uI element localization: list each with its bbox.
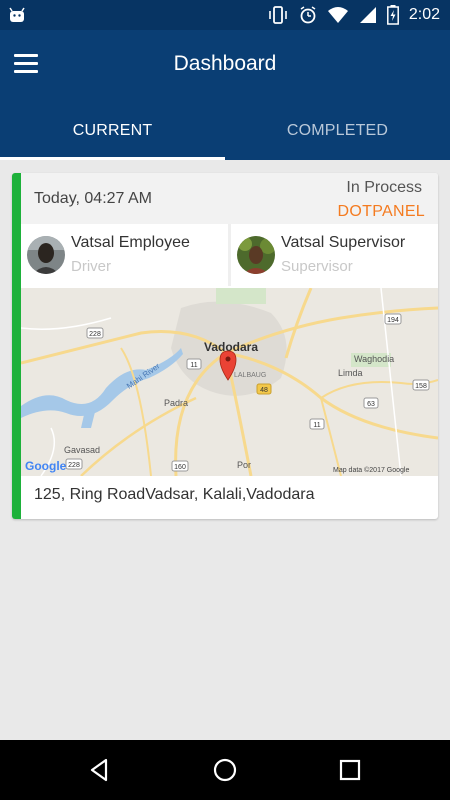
employee-avatar	[27, 236, 65, 274]
supervisor-name: Vatsal Supervisor	[281, 234, 406, 251]
road-shield: 11	[313, 422, 320, 429]
map-graphic: 228 194 48 158 63 11 11 160 228 Vadodara…	[21, 288, 438, 476]
tab-completed[interactable]: COMPLETED	[225, 102, 450, 160]
status-time: 2:02	[408, 6, 440, 23]
supervisor-tile[interactable]: Vatsal Supervisor Supervisor	[231, 224, 438, 286]
app-bar: Dashboard CURRENT COMPLETED	[0, 30, 450, 160]
status-accent-bar	[12, 173, 21, 519]
location-map[interactable]: 228 194 48 158 63 11 11 160 228 Vadodara…	[21, 288, 438, 476]
signal-icon	[359, 7, 376, 23]
road-shield: 48	[260, 387, 268, 394]
job-address: 125, Ring RoadVadsar, Kalali,Vadodara	[34, 486, 315, 503]
supervisor-avatar	[237, 236, 275, 274]
recents-icon[interactable]	[336, 756, 364, 784]
job-datetime: Today, 04:27 AM	[34, 190, 152, 207]
alarm-icon	[300, 6, 316, 24]
tab-current[interactable]: CURRENT	[0, 102, 225, 160]
road-shield: 158	[415, 383, 427, 390]
map-place-label: Padra	[164, 398, 188, 408]
road-shield: 228	[68, 462, 80, 469]
employee-tile[interactable]: Vatsal Employee Driver	[21, 224, 228, 286]
road-shield: 11	[190, 362, 197, 369]
job-card[interactable]: Today, 04:27 AM In Process DOTPANEL Vats…	[12, 173, 438, 519]
road-shield: 63	[367, 401, 375, 408]
home-icon[interactable]	[211, 756, 239, 784]
supervisor-role: Supervisor	[281, 258, 353, 275]
employee-name: Vatsal Employee	[71, 234, 190, 251]
battery-charging-icon	[386, 5, 399, 25]
back-icon[interactable]	[86, 756, 114, 784]
map-place-label: Waghodia	[354, 354, 394, 364]
google-logo: Google	[25, 459, 67, 473]
employee-role: Driver	[71, 258, 111, 275]
status-bar: 2:02	[0, 0, 450, 30]
wifi-icon	[327, 7, 348, 23]
road-shield: 160	[174, 464, 186, 471]
page-title: Dashboard	[173, 52, 277, 75]
system-nav-bar	[0, 740, 450, 800]
road-shield: 194	[387, 317, 399, 324]
map-place-label: Por	[237, 460, 251, 470]
people-row: Vatsal Employee Driver Vatsal Supervisor…	[21, 224, 438, 286]
road-shield: 228	[89, 331, 101, 338]
job-card-header: Today, 04:27 AM In Process DOTPANEL	[21, 173, 438, 224]
android-icon	[9, 7, 25, 22]
map-place-label: LALBAUG	[234, 372, 266, 379]
job-status: In Process	[346, 179, 422, 196]
vibrate-icon	[269, 6, 287, 24]
map-place-label: Limda	[338, 368, 363, 378]
map-attribution: Map data ©2017 Google	[333, 466, 409, 474]
tab-bar: CURRENT COMPLETED	[0, 102, 450, 160]
company-name: DOTPANEL	[337, 203, 425, 220]
map-place-label: Gavasad	[64, 445, 100, 455]
